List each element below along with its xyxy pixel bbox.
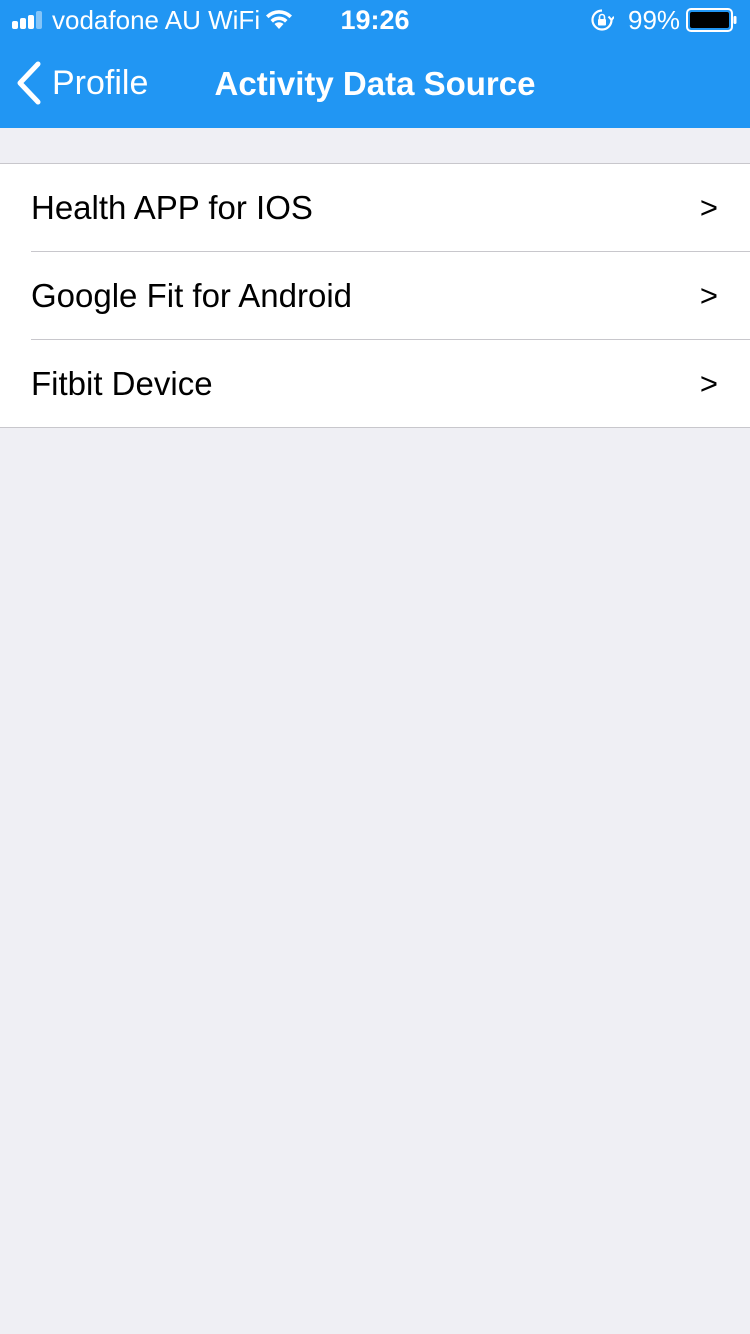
- list-item-label: Health APP for IOS: [31, 189, 313, 226]
- list-item-health-app[interactable]: Health APP for IOS >: [0, 164, 750, 251]
- status-bar: vodafone AU WiFi 19:26 99%: [0, 0, 750, 40]
- list-item-google-fit[interactable]: Google Fit for Android >: [0, 251, 750, 339]
- chevron-right-icon: >: [699, 190, 718, 225]
- chevron-right-icon: >: [699, 366, 718, 401]
- list-item-fitbit[interactable]: Fitbit Device >: [0, 339, 750, 427]
- orientation-lock-icon: [591, 9, 614, 31]
- chevron-right-icon: >: [699, 278, 718, 313]
- page-title: Activity Data Source: [214, 65, 536, 102]
- screen: vodafone AU WiFi 19:26 99% Profile Activ…: [0, 0, 750, 1334]
- battery-icon: [686, 8, 737, 32]
- data-source-list: Health APP for IOS > Google Fit for Andr…: [0, 163, 750, 428]
- list-item-label: Google Fit for Android: [31, 277, 353, 314]
- battery-percent: 99%: [628, 5, 681, 35]
- header: vodafone AU WiFi 19:26 99% Profile Activ…: [0, 0, 750, 128]
- list-item-label: Fitbit Device: [31, 365, 213, 402]
- nav-bar: Profile Activity Data Source: [0, 40, 750, 128]
